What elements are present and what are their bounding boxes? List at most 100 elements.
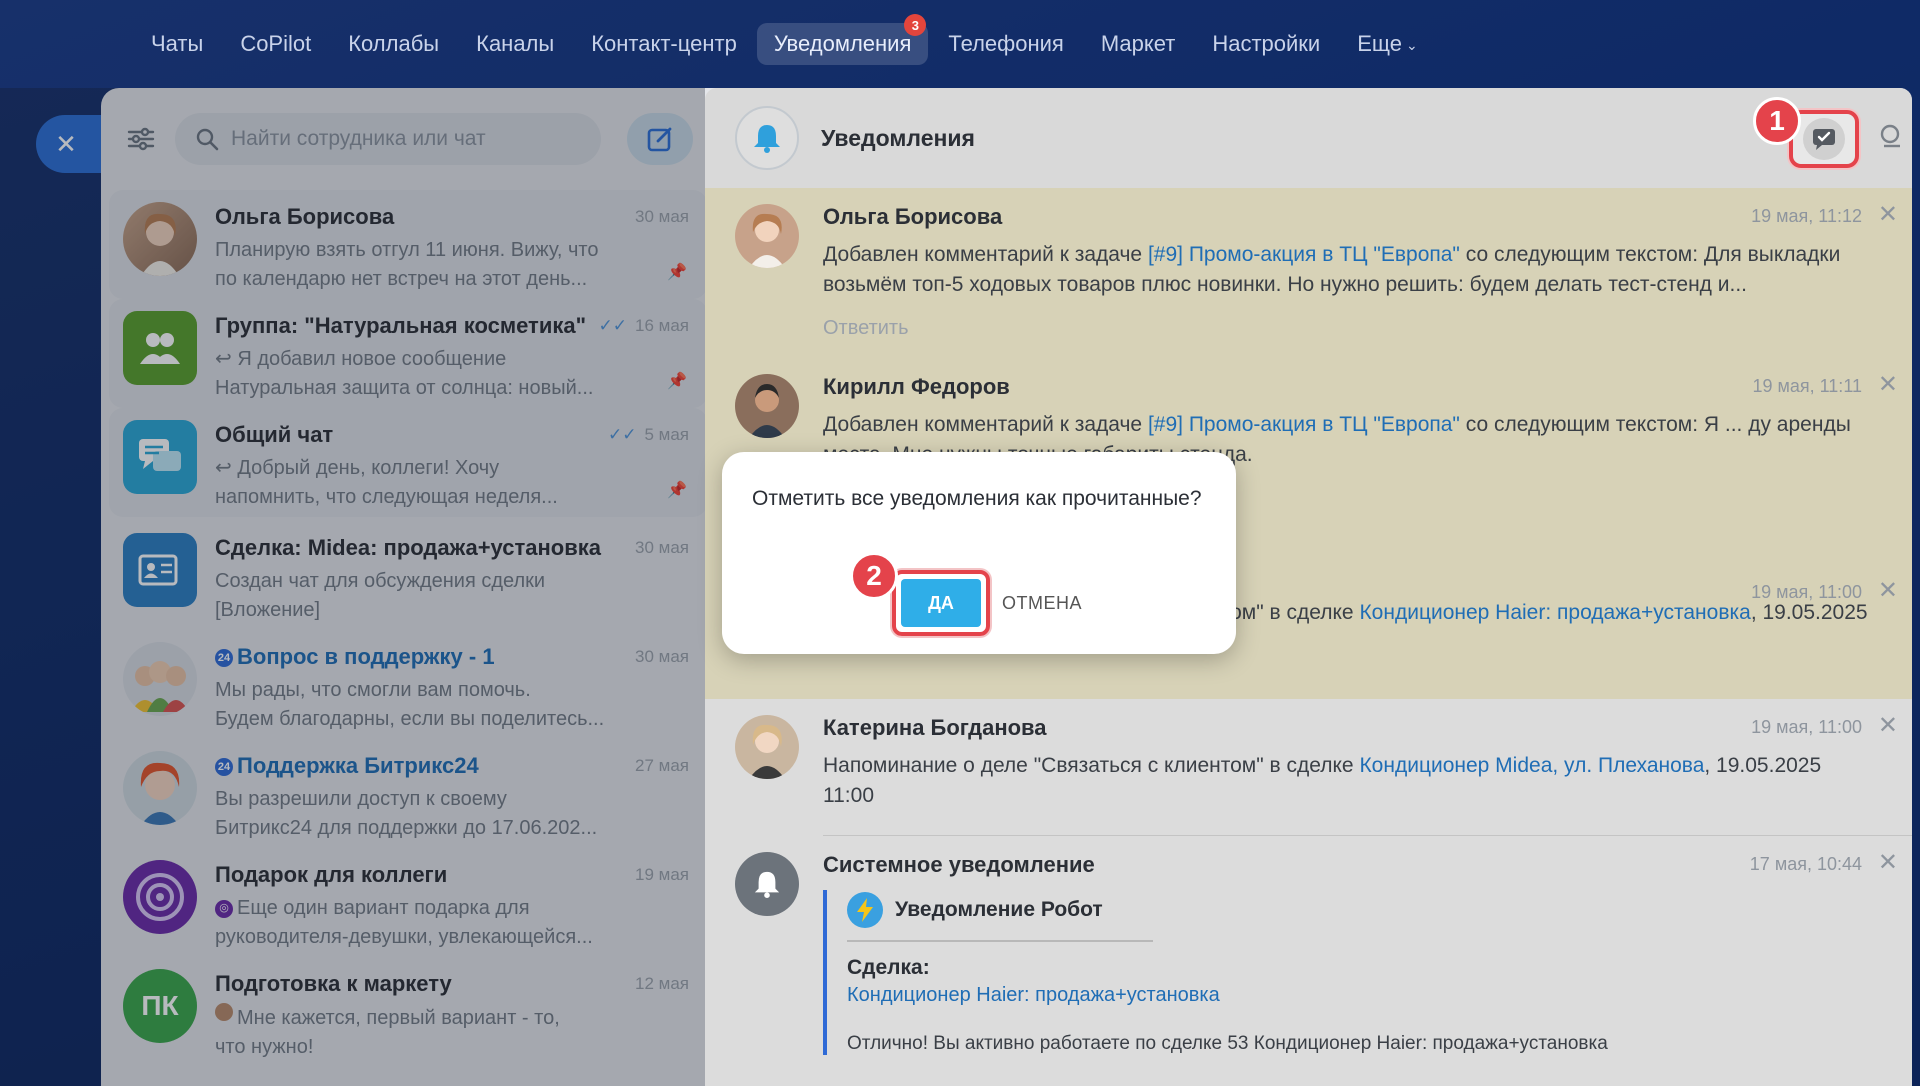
deal-link[interactable]: Кондиционер Haier: продажа+установка (847, 984, 1220, 1006)
dismiss-icon[interactable]: ✕ (1878, 200, 1898, 229)
gift-logo-icon (136, 873, 184, 921)
chat-name: Ольга Борисова (215, 204, 395, 229)
chat-preview: ↩ Добрый день, коллеги! Хочу напомнить, ч… (215, 457, 558, 508)
dismiss-icon[interactable]: ✕ (1878, 370, 1898, 399)
pin-icon: 📌 (667, 482, 687, 499)
notification-author: Кирилл Федоров (823, 374, 1010, 399)
confirm-yes-button[interactable]: ДА (901, 579, 981, 627)
chat-list-panel: Найти сотрудника или чат Ольга Борисова … (101, 88, 721, 1086)
nav-collabs[interactable]: Коллабы (331, 23, 456, 65)
chat-date: 30 мая (635, 538, 689, 557)
mini-avatar (215, 1003, 233, 1021)
system-quote: Уведомление Робот Сделка: Кондиционер Ha… (823, 890, 1872, 1055)
notification-item: Ольга Борисова Добавлен комментарий к за… (705, 188, 1912, 356)
bell-icon (735, 106, 799, 170)
close-icon: ✕ (55, 128, 77, 159)
nav-channels[interactable]: Каналы (459, 23, 571, 65)
deal-link[interactable]: Кондиционер Midea, ул. Плеханова (1359, 754, 1704, 777)
chat-preview: Вы разрешили доступ к своему Битрикс24 дл… (215, 788, 598, 839)
compose-icon (647, 127, 672, 152)
chat-date: 30 мая (635, 207, 689, 226)
chat-date: 27 мая (635, 756, 689, 775)
task-link[interactable]: [#9] Промо-акция в ТЦ "Европа" (1148, 413, 1460, 436)
chat-item[interactable]: Группа: "Натуральная косметика" ↩ Я доба… (109, 299, 707, 408)
step-badge-2: 2 (850, 552, 898, 600)
chat-name: 24 Вопрос в поддержку - 1 (215, 644, 691, 670)
chat-list: Ольга Борисова Планирую взять отгул 11 и… (101, 190, 721, 1066)
robot-row: Уведомление Робот (847, 890, 1872, 928)
deal-description: Отлично! Вы активно работаете по сделке … (847, 1033, 1608, 1054)
avatar (735, 204, 799, 268)
cancel-button[interactable]: ОТМЕНА (1002, 593, 1082, 614)
general-chat-avatar (123, 420, 197, 494)
notifications-title: Уведомления (821, 124, 975, 151)
notification-author: Катерина Богданова (823, 715, 1047, 740)
chat-preview: ↩ Я добавил новое сообщение Натуральная з… (215, 348, 594, 399)
notification-time: 19 мая, 11:11 (1752, 376, 1862, 396)
notifications-count-badge: 3 (904, 14, 927, 36)
chat-name: 24 Поддержка Битрикс24 (215, 753, 691, 779)
support-24-icon: 24 (215, 758, 233, 776)
divider (847, 940, 1153, 942)
chat-item[interactable]: 24 Поддержка Битрикс24 Вы разрешили досту… (109, 739, 707, 848)
avatar-initials: ПК (123, 969, 197, 1043)
chat-date: 12 мая (635, 974, 689, 993)
deal-label: Сделка: (847, 956, 930, 979)
read-ticks-icon: ✓✓ (598, 316, 628, 335)
confirm-dialog: Отметить все уведомления как прочитанные… (722, 452, 1236, 654)
chat-item[interactable]: Сделка: Midea: продажа+установка Создан … (109, 521, 707, 630)
chat-preview: Создан чат для обсуждения сделки [Вложени… (215, 570, 546, 621)
dismiss-icon[interactable]: ✕ (1878, 711, 1898, 740)
chat-item[interactable]: 24 Вопрос в поддержку - 1 Мы рады, что см… (109, 630, 707, 739)
nav-copilot[interactable]: CoPilot (223, 23, 328, 65)
reply-button[interactable]: Ответить (823, 317, 1872, 340)
group-icon (140, 333, 180, 364)
chat-item[interactable]: Подарок для коллеги ◎ Еще один вариант по… (109, 848, 707, 957)
filter-icon[interactable] (123, 121, 159, 157)
chat-item[interactable]: ПК Подготовка к маркету Мне кажется, пер… (109, 957, 707, 1066)
task-link[interactable]: [#9] Промо-акция в ТЦ "Европа" (1148, 243, 1460, 266)
deal-link[interactable]: Кондиционер Haier: продажа+установка (1359, 601, 1750, 624)
avatar (123, 751, 197, 825)
nav-telephony[interactable]: Телефония (931, 23, 1080, 65)
nav-more[interactable]: Еще ⌄ (1340, 23, 1435, 65)
notification-time: 19 мая, 11:12 (1751, 206, 1862, 226)
avatar (735, 374, 799, 438)
deal-card-icon (138, 554, 178, 586)
nav-contact-center[interactable]: Контакт-центр (574, 23, 754, 65)
chat-name: Подарок для коллеги (215, 862, 448, 887)
pin-icon: 📌 (667, 373, 687, 390)
group-avatar (123, 311, 197, 385)
system-bell-icon (735, 852, 799, 916)
notifications-header: Уведомления (705, 88, 1912, 188)
nav-settings[interactable]: Настройки (1195, 23, 1337, 65)
dismiss-icon[interactable]: ✕ (1878, 848, 1898, 877)
notification-time: 19 мая, 11:00 (1751, 717, 1862, 737)
nav-more-label: Еще (1357, 31, 1402, 56)
chat-date: 30 мая (635, 647, 689, 666)
search-notifications-icon[interactable] (1878, 122, 1908, 157)
notification-item: Катерина Богданова Напоминание о деле "С… (705, 699, 1912, 835)
avatar (735, 715, 799, 779)
pin-icon: 📌 (667, 264, 687, 281)
search-input[interactable]: Найти сотрудника или чат (175, 113, 601, 165)
chat-item[interactable]: Ольга Борисова Планирую взять отгул 11 и… (109, 190, 707, 299)
top-navigation: Чаты CoPilot Коллабы Каналы Контакт-цент… (0, 0, 1920, 88)
notification-text: Добавлен комментарий к задаче [#9] Промо… (823, 243, 1841, 296)
dismiss-icon[interactable]: ✕ (1878, 576, 1898, 605)
mini-avatar: ◎ (215, 899, 233, 918)
chat-list-toolbar: Найти сотрудника или чат (101, 88, 721, 190)
step-badge-1: 1 (1753, 97, 1801, 145)
chat-preview: Планирую взять отгул 11 июня. Вижу, что п… (215, 239, 599, 290)
chat-item[interactable]: Общий чат ↩ Добрый день, коллеги! Хочу на… (109, 408, 707, 517)
mark-read-icon (1813, 129, 1835, 150)
search-placeholder: Найти сотрудника или чат (231, 127, 486, 150)
nav-notifications[interactable]: Уведомления 3 (756, 14, 929, 65)
avatar (123, 642, 197, 716)
close-messenger-button[interactable]: ✕ (36, 115, 108, 173)
chevron-down-icon: ⌄ (1405, 36, 1418, 53)
chat-name: Подготовка к маркету (215, 971, 452, 996)
nav-chats[interactable]: Чаты (134, 23, 220, 65)
new-chat-button[interactable] (627, 113, 693, 165)
nav-market[interactable]: Маркет (1084, 23, 1193, 65)
